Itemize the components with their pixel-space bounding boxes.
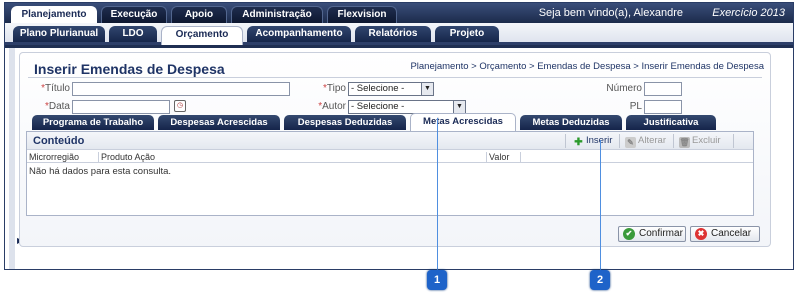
tab-apoio[interactable]: Apoio (171, 6, 227, 23)
close-icon: ✖ (695, 228, 707, 240)
exercicio-label: Exercício 2013 (712, 7, 785, 19)
page-title: Inserir Emendas de Despesa (34, 61, 225, 77)
data-label: *Data (30, 101, 70, 112)
delete-button[interactable]: 🗑 Excluir (679, 135, 721, 148)
conteudo-title: Conteúdo (33, 135, 85, 147)
titulo-input[interactable] (72, 82, 290, 96)
confirm-button[interactable]: ✔ Confirmar (618, 226, 686, 242)
calendar-icon[interactable]: ◷ (174, 100, 186, 112)
cancel-button[interactable]: ✖ Cancelar (690, 226, 760, 242)
tab-flexvision[interactable]: Flexvision (327, 6, 397, 23)
top-navigation: Planejamento Execução Apoio Administraçã… (5, 3, 793, 23)
confirm-label: Confirmar (639, 228, 683, 239)
side-collapse-strip[interactable] (9, 48, 15, 269)
titulo-label: *Título (30, 83, 70, 94)
column-header-produto-acao[interactable]: Produto Ação (99, 152, 487, 163)
tab-justificativa[interactable]: Justificativa (626, 115, 716, 130)
data-label-text: Data (48, 101, 70, 112)
autor-label-text: Autor (322, 101, 346, 112)
subtab-projeto[interactable]: Projeto (435, 26, 499, 42)
autor-select-value: - Selecione - (351, 101, 405, 112)
column-header-valor[interactable]: Valor (487, 152, 521, 163)
callout-line-2 (600, 140, 601, 270)
conteudo-box: Conteúdo ✚Inserir ✎Alterar 🗑Excluir Micr… (26, 131, 754, 216)
autor-select[interactable]: - Selecione - ▼ (348, 100, 466, 114)
toolbar-separator (619, 134, 620, 148)
empty-message: Não há dados para esta consulta. (29, 166, 172, 177)
grid-header: Microrregião Produto Ação Valor (27, 151, 753, 163)
tipo-select[interactable]: - Selecione - ▼ (348, 82, 434, 96)
subtab-acompanhamento[interactable]: Acompanhamento (247, 26, 351, 42)
delete-label: Excluir (692, 135, 721, 146)
plus-icon: ✚ (574, 137, 583, 148)
autor-label: *Autor (314, 101, 346, 112)
tab-planejamento[interactable]: Planejamento (11, 6, 97, 23)
callout-line-1 (437, 118, 438, 270)
toolbar-separator (733, 134, 734, 148)
tab-metas-deduzidas[interactable]: Metas Deduzidas (520, 115, 622, 130)
edit-icon: ✎ (625, 137, 636, 148)
cancel-label: Cancelar (711, 228, 752, 239)
pl-label: PL (629, 101, 642, 112)
toolbar-separator (673, 134, 674, 148)
tipo-label: *Tipo (314, 83, 346, 94)
app-window: Planejamento Execução Apoio Administraçã… (4, 2, 794, 270)
numero-input[interactable] (644, 82, 682, 96)
callout-marker-1: 1 (427, 270, 447, 290)
column-header-microrregiao[interactable]: Microrregião (27, 152, 99, 163)
subtab-ldo[interactable]: LDO (109, 26, 157, 42)
conteudo-header: Conteúdo ✚Inserir ✎Alterar 🗑Excluir (27, 132, 753, 150)
subtab-relatorios[interactable]: Relatórios (355, 26, 431, 42)
data-input[interactable] (72, 100, 170, 114)
pl-input[interactable] (644, 100, 682, 114)
chevron-down-icon: ▼ (453, 101, 465, 113)
divider (28, 77, 762, 78)
form-panel: Inserir Emendas de Despesa Planejamento … (19, 52, 771, 247)
main-content: ▶ Inserir Emendas de Despesa Planejament… (5, 48, 793, 269)
subtab-plano-plurianual[interactable]: Plano Plurianual (13, 26, 105, 42)
trash-icon: 🗑 (679, 137, 690, 148)
welcome-text: Seja bem vindo(a), Alexandre (538, 7, 683, 19)
tab-execucao[interactable]: Execução (101, 6, 167, 23)
insert-button[interactable]: ✚Inserir (573, 135, 612, 148)
check-icon: ✔ (623, 228, 635, 240)
tipo-select-value: - Selecione - (351, 83, 405, 94)
titulo-label-text: Título (44, 83, 70, 94)
data-grid: Microrregião Produto Ação Valor Não há d… (27, 151, 753, 216)
subtab-orcamento[interactable]: Orçamento (161, 26, 243, 45)
edit-button[interactable]: ✎ Alterar (625, 135, 666, 148)
sub-navigation: Plano Plurianual LDO Orçamento Acompanha… (5, 23, 793, 45)
toolbar-separator (565, 134, 566, 148)
chevron-down-icon: ▼ (421, 83, 433, 95)
tab-metas-acrescidas[interactable]: Metas Acrescidas (410, 113, 516, 131)
callout-marker-2: 2 (590, 270, 610, 290)
tab-despesas-deduzidas[interactable]: Despesas Deduzidas (284, 115, 406, 130)
tipo-label-text: Tipo (326, 83, 346, 94)
breadcrumb: Planejamento > Orçamento > Emendas de De… (410, 61, 764, 72)
numero-label: Número (606, 83, 642, 94)
tab-administracao[interactable]: Administração (231, 6, 323, 23)
edit-label: Alterar (638, 135, 666, 146)
tab-despesas-acrescidas[interactable]: Despesas Acrescidas (158, 115, 280, 130)
tab-programa-de-trabalho[interactable]: Programa de Trabalho (32, 115, 154, 130)
